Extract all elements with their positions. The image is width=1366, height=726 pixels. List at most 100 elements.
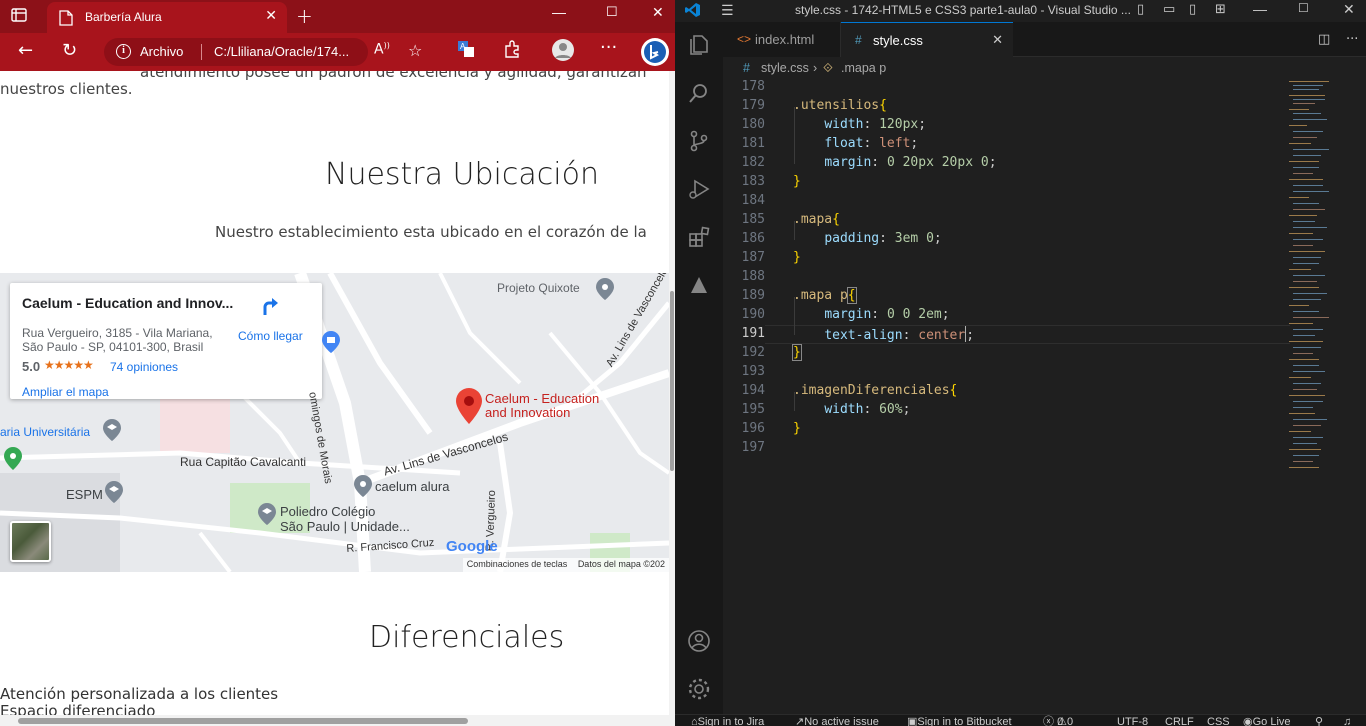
breadcrumb-file[interactable]: style.css — [761, 61, 809, 75]
vscode-minimize-icon[interactable]: — — [1253, 1, 1267, 17]
eol-status[interactable]: CRLF — [1165, 715, 1194, 726]
extensions-icon[interactable] — [503, 40, 521, 62]
accounts-status-icon[interactable]: ⚲ — [1315, 715, 1323, 726]
info-icon[interactable]: i — [116, 44, 131, 59]
map-footer: Combinaciones de teclas Datos del mapa ©… — [462, 558, 669, 572]
split-editor-icon[interactable]: ◫ — [1318, 32, 1330, 47]
tab-close-icon[interactable]: ✕ — [992, 32, 1003, 48]
issue-label: No active issue — [804, 716, 879, 726]
toggle-panel-icon[interactable]: ▭ — [1163, 2, 1175, 17]
accounts-icon[interactable] — [686, 628, 712, 654]
customize-layout-icon[interactable]: ⊞ — [1215, 2, 1226, 17]
go-live-status[interactable]: ◉ Go Live — [1243, 715, 1291, 726]
browser-tab[interactable]: Barbería Alura ✕ — [47, 2, 287, 33]
run-debug-icon[interactable] — [686, 176, 712, 202]
ubicacion-heading: Nuestra Ubicación — [325, 157, 599, 192]
source-control-icon[interactable] — [686, 128, 712, 154]
horizontal-scroll-thumb[interactable] — [18, 718, 468, 724]
explorer-icon[interactable] — [686, 32, 712, 58]
back-icon[interactable]: ← — [18, 41, 33, 61]
more-options-icon[interactable]: ··· — [600, 37, 617, 58]
minimap[interactable] — [1289, 79, 1359, 479]
read-aloud-icon[interactable]: A)) — [374, 41, 390, 58]
school-poi-icon[interactable] — [103, 419, 121, 446]
reviews-link[interactable]: 74 opiniones — [110, 360, 178, 374]
tab-label: index.html — [755, 32, 815, 47]
profile-avatar-icon[interactable] — [551, 38, 575, 66]
extensions-view-icon[interactable] — [686, 224, 712, 250]
favorites-add-icon[interactable]: ☆ — [408, 41, 422, 60]
enlarge-map-link[interactable]: Ampliar el mapa — [22, 385, 109, 399]
place-info-card: Caelum - Education and Innov... Rua Verg… — [10, 283, 322, 399]
encoding-status[interactable]: UTF-8 — [1117, 715, 1148, 726]
bitbucket-status[interactable]: ▣ Sign in to Bitbucket — [907, 715, 1012, 726]
place-marker-icon[interactable] — [456, 388, 482, 429]
tab-close-icon[interactable]: ✕ — [265, 8, 277, 24]
tab-style-css[interactable]: # style.css ✕ — [841, 22, 1013, 57]
ubicacion-paragraph: Nuestro establecimiento esta ubicado en … — [215, 223, 647, 241]
vscode-close-icon[interactable]: ✕ — [1343, 1, 1355, 18]
tab-actions-icon[interactable] — [10, 6, 32, 26]
place-name[interactable]: Caelum - Education and Innov... — [22, 295, 233, 311]
code-line-178: 178 — [723, 79, 1293, 98]
diferenciales-heading: Diferenciales — [369, 620, 565, 655]
breadcrumb-symbol[interactable]: .mapa p — [841, 61, 886, 75]
satellite-toggle-button[interactable] — [10, 521, 51, 562]
jira-status[interactable]: ⌂ Sign in to Jira — [691, 715, 764, 726]
directions-icon[interactable] — [259, 295, 281, 321]
translate-icon[interactable]: A — [457, 40, 475, 62]
code-line-187: 187} — [723, 250, 1293, 269]
css-value: 0 0 2em — [886, 307, 942, 322]
language-status[interactable]: CSS — [1207, 715, 1230, 726]
poi-pin-icon[interactable] — [596, 278, 614, 305]
refresh-icon[interactable]: ↻ — [62, 41, 77, 61]
issue-status[interactable]: ↗ No active issue — [795, 715, 879, 726]
notifications-bell-icon[interactable]: ♫ — [1343, 715, 1351, 726]
css-property: margin — [824, 307, 872, 322]
new-tab-icon[interactable]: + — [296, 4, 313, 28]
embedded-map[interactable]: Caelum - Education and Innov... Rua Verg… — [0, 273, 669, 572]
code-line-196: 196} — [723, 421, 1293, 440]
intro-text-line2: nuestros clientes. — [0, 80, 133, 98]
atlassian-icon[interactable] — [686, 272, 712, 298]
more-actions-icon[interactable]: ··· — [1346, 32, 1358, 47]
line-number: 178 — [741, 79, 765, 94]
search-icon[interactable] — [686, 80, 712, 106]
address-url[interactable]: C:/Lliliana/Oracle/174... — [214, 44, 349, 59]
manage-gear-icon[interactable] — [686, 676, 712, 702]
label-poliedro-line1: Poliedro Colégio — [280, 504, 376, 519]
line-number: 179 — [741, 98, 765, 113]
directions-link[interactable]: Cómo llegar — [238, 329, 303, 343]
css-value: 3em 0 — [894, 231, 934, 246]
toggle-primary-sidebar-icon[interactable]: ▯ — [1137, 2, 1144, 17]
code-line-179: 179 .utensilios{ — [723, 98, 1293, 117]
go-live-label: Go Live — [1252, 716, 1291, 726]
park-poi-icon[interactable] — [4, 447, 22, 476]
code-line-193: 193 — [723, 364, 1293, 383]
selector: .mapa p — [793, 288, 848, 303]
css-property: width — [824, 402, 864, 417]
minimize-icon[interactable]: — — [552, 4, 566, 20]
address-bar[interactable]: i Archivo C:/Lliliana/Oracle/174... — [104, 38, 368, 66]
horizontal-scrollbar[interactable] — [0, 715, 669, 726]
bing-copilot-icon[interactable] — [640, 37, 670, 71]
code-line-192: 192} — [723, 344, 1293, 364]
maximize-icon[interactable]: ☐ — [606, 4, 618, 20]
keyboard-shortcuts-link[interactable]: Combinaciones de teclas — [467, 559, 568, 569]
css-property: padding — [824, 231, 880, 246]
problems-status[interactable]: ⓧ 0 ⚠ 0 — [1043, 715, 1073, 726]
vscode-maximize-icon[interactable]: ☐ — [1298, 1, 1309, 15]
toggle-secondary-sidebar-icon[interactable]: ▯ — [1189, 2, 1196, 17]
place-address-line1: Rua Vergueiro, 3185 - Vila Mariana, — [22, 326, 213, 340]
label-aria-universitaria: aria Universitária — [0, 425, 91, 439]
espm-school-icon[interactable] — [105, 481, 123, 508]
close-window-icon[interactable]: ✕ — [652, 4, 664, 21]
shopping-poi-icon[interactable] — [322, 331, 340, 358]
vertical-scroll-thumb[interactable] — [670, 291, 674, 471]
code-editor[interactable]: 178 179 .utensilios{ 180 width: 120px; 18… — [723, 79, 1366, 714]
poliedro-school-icon[interactable] — [258, 503, 276, 530]
line-number: 188 — [741, 269, 765, 284]
hamburger-menu-icon[interactable]: ☰ — [721, 3, 734, 19]
caelum-alura-pin-icon[interactable] — [354, 475, 372, 502]
tab-index-html[interactable]: <> index.html — [723, 22, 841, 57]
